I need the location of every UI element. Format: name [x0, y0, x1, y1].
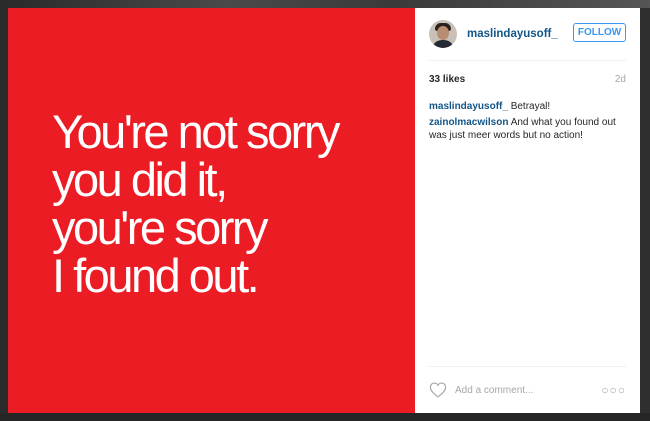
post-header: maslindayusoff_ FOLLOW: [429, 8, 626, 61]
comment-list: maslindayusoff_ Betrayal! zainolmacwilso…: [429, 100, 626, 142]
post-timestamp[interactable]: 2d: [615, 74, 626, 100]
heart-outline-icon[interactable]: [429, 382, 447, 398]
comment-item: zainolmacwilson And what you found out w…: [429, 116, 626, 142]
comment-input[interactable]: [455, 384, 595, 396]
comment-text: Betrayal!: [510, 101, 551, 112]
post-modal: You're not sorry you did it, you're sorr…: [8, 8, 640, 413]
background-feed-strip: [0, 0, 650, 8]
overlay-bottom-edge: [0, 413, 650, 421]
more-options-icon[interactable]: ○○○: [601, 384, 626, 396]
post-image-text: You're not sorry you did it, you're sorr…: [52, 105, 340, 302]
avatar-face: [437, 26, 449, 40]
likes-count[interactable]: 33 likes: [429, 74, 465, 100]
avatar[interactable]: [429, 20, 457, 48]
post-stats: 33 likes 2d: [429, 61, 626, 100]
follow-button[interactable]: FOLLOW: [573, 23, 626, 42]
post-photo[interactable]: You're not sorry you did it, you're sorr…: [8, 8, 415, 413]
avatar-body: [432, 40, 454, 48]
post-side-panel: maslindayusoff_ FOLLOW 33 likes 2d masli…: [415, 8, 640, 413]
add-comment-bar: ○○○: [429, 366, 626, 413]
comment-item: maslindayusoff_ Betrayal!: [429, 100, 626, 113]
overlay-right-edge: [640, 8, 650, 413]
username-link[interactable]: maslindayusoff_: [467, 28, 558, 40]
comment-author[interactable]: zainolmacwilson: [429, 117, 508, 128]
comment-author[interactable]: maslindayusoff_: [429, 101, 508, 112]
overlay-left-edge: [0, 8, 8, 413]
